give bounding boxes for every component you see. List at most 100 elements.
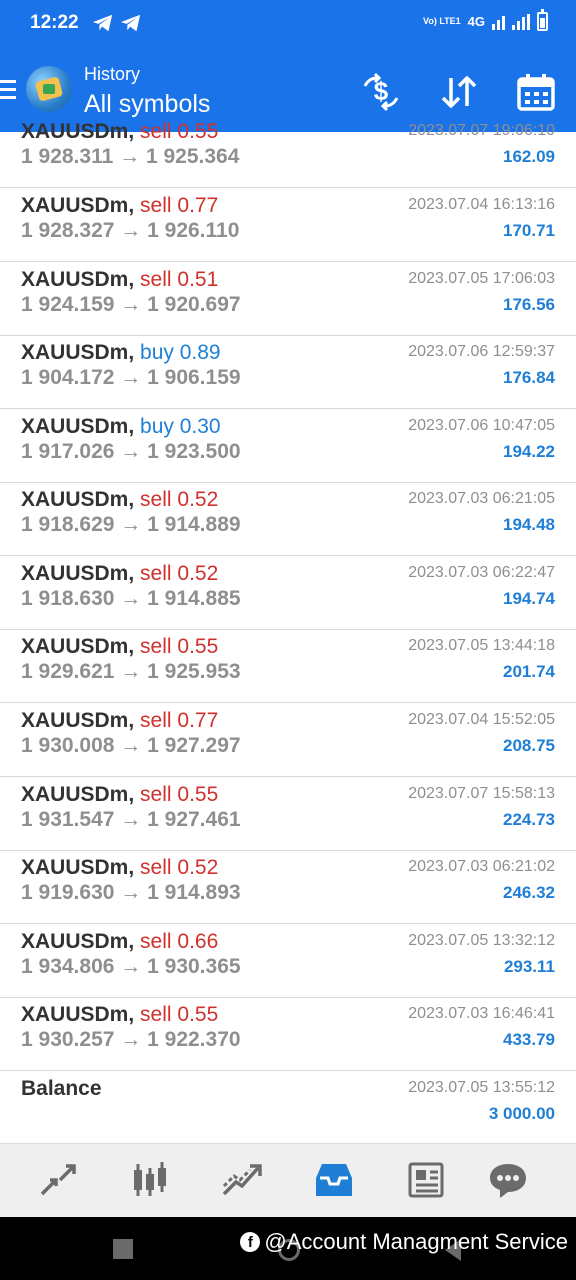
trade-prices: 1 931.547 → 1 927.461: [21, 808, 241, 832]
calendar-icon[interactable]: [516, 72, 556, 112]
currency-exchange-icon[interactable]: $: [361, 72, 401, 112]
trade-time: 2023.07.03 16:46:41: [408, 1005, 555, 1022]
trade-profit: 194.48: [503, 515, 555, 534]
trade-side: sell: [140, 635, 172, 658]
history-row[interactable]: XAUUSDm, buy 0.30 1 917.026 → 1 923.500 20…: [0, 409, 576, 483]
system-nav-bar: f @Account Managment Service: [0, 1217, 576, 1280]
facebook-icon: f: [240, 1232, 261, 1252]
trade-volume: 0.66: [177, 930, 219, 953]
balance-label: Balance: [21, 1077, 102, 1100]
symbol-name: XAUUSDm,: [21, 194, 135, 217]
trade-side: sell: [140, 562, 172, 585]
open-price: 1 918.629: [21, 513, 115, 536]
history-icon[interactable]: [312, 1160, 356, 1200]
symbol-name: XAUUSDm,: [21, 930, 135, 953]
history-row[interactable]: XAUUSDm, sell 0.52 1 918.629 → 1 914.889 2…: [0, 482, 576, 556]
trade-time: 2023.07.07 15:58:13: [408, 785, 555, 802]
trade-profit: 176.56: [503, 295, 555, 314]
trade-time: 2023.07.03 06:21:02: [408, 858, 555, 875]
open-price: 1 928.311: [21, 145, 114, 168]
trade-volume: 0.51: [177, 268, 219, 291]
open-price: 1 934.806: [21, 955, 115, 978]
trade-profit: 246.32: [503, 883, 555, 902]
telegram-icon: [92, 14, 113, 32]
trade-time: 2023.07.03 06:21:05: [408, 490, 555, 507]
arrow-icon: →: [120, 513, 142, 536]
trade-side: buy: [140, 415, 174, 438]
symbol-name: XAUUSDm,: [21, 341, 135, 364]
symbol-name: XAUUSDm,: [21, 562, 135, 585]
history-row[interactable]: XAUUSDm, sell 0.66 1 934.806 → 1 930.365 2…: [0, 924, 576, 998]
balance-amount: 3 000.00: [488, 1104, 555, 1123]
open-price: 1 919.630: [21, 881, 115, 904]
balance-row[interactable]: Balance 2023.07.05 13:55:12 3 000.00: [0, 1071, 576, 1143]
trade-volume: 0.55: [177, 635, 219, 658]
history-row[interactable]: XAUUSDm, sell 0.55 1 931.547 → 1 927.461 2…: [0, 777, 576, 851]
trade-symbol: XAUUSDm, sell 0.52: [21, 562, 218, 586]
trade-side: sell: [140, 1003, 172, 1026]
trade-prices: 1 930.008 → 1 927.297: [21, 734, 241, 758]
trade-volume: 0.55: [177, 1003, 219, 1026]
history-row[interactable]: XAUUSDm, buy 0.89 1 904.172 → 1 906.159 20…: [0, 335, 576, 409]
trade-time: 2023.07.05 13:44:18: [408, 637, 555, 654]
trade-profit: 162.09: [503, 147, 555, 166]
trade-profit: 201.74: [503, 662, 555, 681]
trade-time: 2023.07.06 12:59:37: [408, 343, 555, 360]
trade-profit: 176.84: [503, 368, 555, 387]
trade-symbol: XAUUSDm, sell 0.55: [21, 635, 218, 659]
trade-icon[interactable]: [220, 1160, 264, 1200]
bottom-nav: [0, 1143, 576, 1217]
close-price: 1 914.893: [147, 881, 241, 904]
trade-side: sell: [140, 856, 172, 879]
trade-volume: 0.55: [177, 120, 219, 143]
trade-profit: 208.75: [503, 736, 555, 755]
trade-time: 2023.07.04 15:52:05: [408, 711, 555, 728]
trade-side: sell: [140, 488, 172, 511]
close-price: 1 920.697: [147, 293, 241, 316]
arrow-icon: →: [120, 587, 142, 610]
close-price: 1 925.953: [147, 660, 241, 683]
menu-icon[interactable]: [0, 80, 16, 100]
symbol-name: XAUUSDm,: [21, 856, 135, 879]
open-price: 1 928.327: [21, 219, 115, 242]
sort-icon[interactable]: [439, 72, 479, 112]
trade-profit: 194.74: [503, 589, 555, 608]
trade-symbol: XAUUSDm, sell 0.52: [21, 488, 218, 512]
chart-icon[interactable]: [128, 1160, 172, 1200]
history-row[interactable]: XAUUSDm, sell 0.55 1 929.621 → 1 925.953 2…: [0, 629, 576, 703]
arrow-icon: →: [120, 734, 142, 757]
trade-side: sell: [140, 268, 172, 291]
trade-prices: 1 928.311 → 1 925.364: [21, 145, 239, 169]
history-row[interactable]: XAUUSDm, sell 0.52 1 918.630 → 1 914.885 2…: [0, 556, 576, 630]
trade-prices: 1 928.327 → 1 926.110: [21, 219, 239, 243]
chat-icon[interactable]: [486, 1160, 530, 1200]
arrow-icon: →: [120, 881, 142, 904]
history-row[interactable]: XAUUSDm, sell 0.52 1 919.630 → 1 914.893 2…: [0, 850, 576, 924]
symbol-name: XAUUSDm,: [21, 783, 135, 806]
history-row[interactable]: XAUUSDm, sell 0.51 1 924.159 → 1 920.697 2…: [0, 262, 576, 336]
trade-side: sell: [140, 930, 172, 953]
quotes-icon[interactable]: [36, 1160, 80, 1200]
trade-symbol: XAUUSDm, buy 0.30: [21, 415, 221, 439]
trade-prices: 1 924.159 → 1 920.697: [21, 293, 241, 317]
history-row[interactable]: XAUUSDm, sell 0.77 1 928.327 → 1 926.110 2…: [0, 188, 576, 262]
arrow-icon: →: [120, 1028, 142, 1051]
close-price: 1 927.297: [147, 734, 241, 757]
history-row[interactable]: XAUUSDm, sell 0.77 1 930.008 → 1 927.297 2…: [0, 703, 576, 777]
recents-button[interactable]: [113, 1239, 133, 1259]
symbol-name: XAUUSDm,: [21, 415, 135, 438]
signal-icon: [512, 13, 530, 30]
arrow-icon: →: [120, 808, 142, 831]
open-price: 1 904.172: [21, 366, 115, 389]
trade-volume: 0.77: [177, 709, 219, 732]
history-row[interactable]: XAUUSDm, sell 0.55 1 928.311 → 1 925.364 2…: [0, 114, 576, 188]
open-price: 1 930.008: [21, 734, 115, 757]
close-price: 1 922.370: [147, 1028, 241, 1051]
trade-volume: 0.30: [179, 415, 221, 438]
watermark-text: @Account Managment Service: [264, 1229, 568, 1254]
history-row[interactable]: XAUUSDm, sell 0.55 1 930.257 → 1 922.370 2…: [0, 997, 576, 1071]
news-icon[interactable]: [404, 1160, 448, 1200]
page-subtitle: History: [84, 64, 141, 84]
trade-side: sell: [140, 709, 172, 732]
arrow-icon: →: [120, 219, 142, 242]
